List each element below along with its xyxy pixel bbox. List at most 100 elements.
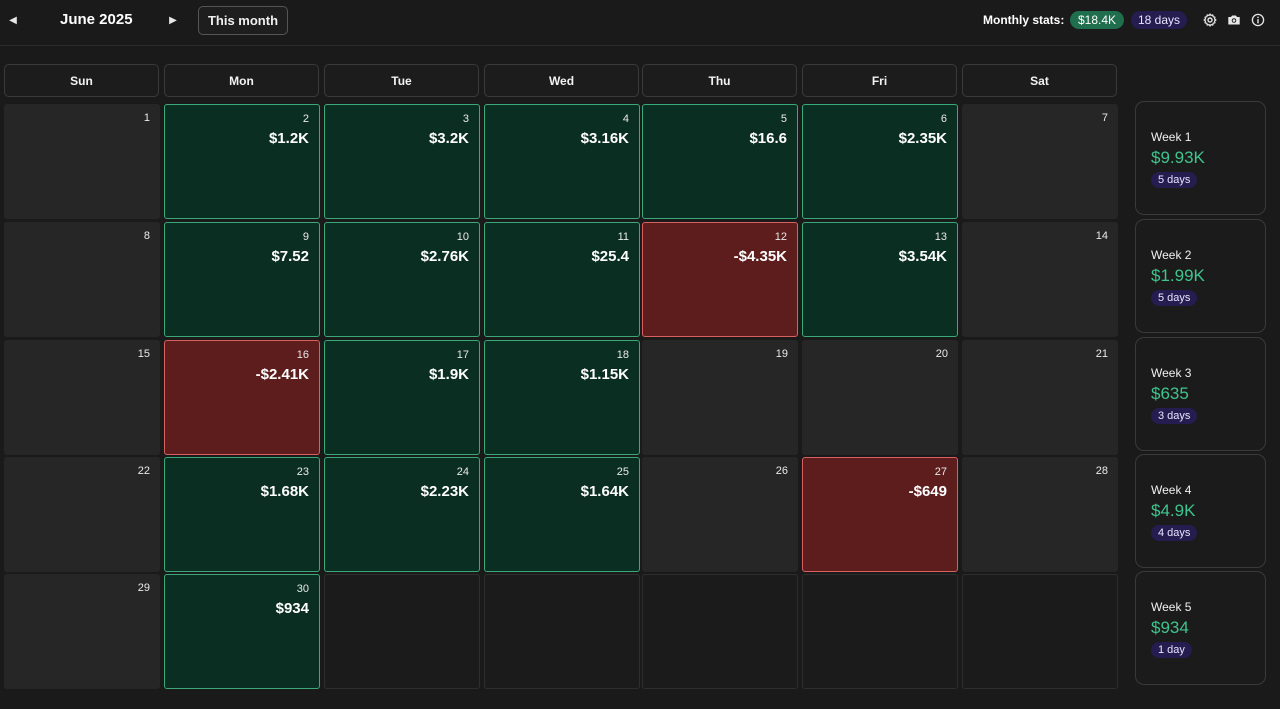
monthly-stats-label: Monthly stats: — [983, 13, 1065, 27]
day-number: 29 — [137, 582, 150, 594]
calendar-day-cell[interactable]: 29 — [4, 574, 160, 689]
weekday-header-fri: Fri — [802, 64, 957, 97]
monthly-days-badge: 18 days — [1131, 11, 1187, 29]
day-number: 13 — [934, 231, 947, 243]
calendar-cell-blank — [802, 574, 958, 689]
day-number: 30 — [296, 583, 309, 595]
calendar-day-cell[interactable]: 11 $25.4 — [484, 222, 640, 337]
day-number: 12 — [774, 231, 787, 243]
calendar-day-cell[interactable]: 9 $7.52 — [164, 222, 320, 337]
calendar-day-cell[interactable]: 27 -$649 — [802, 457, 958, 572]
day-number: 18 — [616, 349, 629, 361]
day-pnl-amount: -$649 — [908, 483, 947, 500]
day-pnl-amount: $3.54K — [898, 248, 947, 265]
calendar-day-cell[interactable]: 22 — [4, 457, 160, 572]
calendar-day-cell[interactable]: 30 $934 — [164, 574, 320, 689]
week-summary-card: Week 4 $4.9K 4 days — [1135, 454, 1266, 568]
weekday-header-tue: Tue — [324, 64, 479, 97]
camera-icon[interactable] — [1227, 13, 1241, 27]
calendar-day-cell[interactable]: 17 $1.9K — [324, 340, 480, 455]
week-summary-card: Week 5 $934 1 day — [1135, 571, 1266, 685]
calendar-day-cell[interactable]: 20 — [802, 340, 958, 455]
this-month-button[interactable]: This month — [198, 6, 288, 35]
calendar-day-cell[interactable]: 15 — [4, 340, 160, 455]
calendar-cell-blank — [324, 574, 480, 689]
day-number: 16 — [296, 349, 309, 361]
week-days-badge: 5 days — [1151, 172, 1198, 188]
calendar-day-cell[interactable]: 14 — [962, 222, 1118, 337]
calendar-day-cell[interactable]: 23 $1.68K — [164, 457, 320, 572]
day-number: 21 — [1095, 348, 1108, 360]
day-number: 10 — [456, 231, 469, 243]
calendar-day-cell[interactable]: 19 — [642, 340, 798, 455]
day-number: 23 — [296, 466, 309, 478]
day-pnl-amount: -$2.41K — [255, 366, 309, 383]
calendar-cell-blank — [642, 574, 798, 689]
calendar-day-cell[interactable]: 2 $1.2K — [164, 104, 320, 219]
day-number: 5 — [780, 113, 787, 125]
weekday-header-sun: Sun — [4, 64, 159, 97]
day-number: 7 — [1101, 112, 1108, 124]
next-month-icon[interactable]: ▶ — [166, 13, 180, 27]
calendar-day-cell[interactable]: 26 — [642, 457, 798, 572]
day-number: 14 — [1095, 230, 1108, 242]
monthly-total-badge: $18.4K — [1070, 11, 1124, 29]
weekday-header-sat: Sat — [962, 64, 1117, 97]
day-pnl-amount: $1.2K — [268, 130, 309, 147]
day-number: 8 — [143, 230, 150, 242]
day-pnl-amount: $25.4 — [591, 248, 629, 265]
settings-icon[interactable] — [1203, 13, 1217, 27]
calendar-day-cell[interactable]: 5 $16.6 — [642, 104, 798, 219]
calendar-day-cell[interactable]: 7 — [962, 104, 1118, 219]
day-number: 22 — [137, 465, 150, 477]
day-pnl-amount: $1.9K — [428, 366, 469, 383]
day-pnl-amount: $3.16K — [580, 130, 629, 147]
calendar-day-cell[interactable]: 3 $3.2K — [324, 104, 480, 219]
calendar-day-cell[interactable]: 21 — [962, 340, 1118, 455]
week-pnl-amount: $9.93K — [1151, 148, 1205, 167]
week-label: Week 1 — [1151, 130, 1192, 144]
calendar-day-cell[interactable]: 24 $2.23K — [324, 457, 480, 572]
calendar-day-cell[interactable]: 25 $1.64K — [484, 457, 640, 572]
week-summary-card: Week 3 $635 3 days — [1135, 337, 1266, 451]
info-icon[interactable] — [1251, 13, 1265, 27]
day-pnl-amount: -$4.35K — [733, 248, 787, 265]
calendar-day-cell[interactable]: 16 -$2.41K — [164, 340, 320, 455]
weekday-header-thu: Thu — [642, 64, 797, 97]
calendar-day-cell[interactable]: 18 $1.15K — [484, 340, 640, 455]
day-number: 17 — [456, 349, 469, 361]
calendar-day-cell[interactable]: 6 $2.35K — [802, 104, 958, 219]
prev-month-icon[interactable]: ◀ — [6, 13, 20, 27]
week-label: Week 3 — [1151, 366, 1192, 380]
calendar-cell-blank — [484, 574, 640, 689]
day-number: 9 — [302, 231, 309, 243]
weekday-header-mon: Mon — [164, 64, 319, 97]
week-days-badge: 4 days — [1151, 525, 1198, 541]
day-pnl-amount: $3.2K — [428, 130, 469, 147]
top-bar: ◀ June 2025 ▶ This month Monthly stats: … — [0, 0, 1280, 46]
day-pnl-amount: $16.6 — [749, 130, 787, 147]
day-number: 26 — [775, 465, 788, 477]
day-pnl-amount: $2.23K — [420, 483, 469, 500]
calendar-day-cell[interactable]: 28 — [962, 457, 1118, 572]
week-summary-card: Week 1 $9.93K 5 days — [1135, 101, 1266, 215]
day-number: 27 — [934, 466, 947, 478]
week-label: Week 4 — [1151, 483, 1192, 497]
day-number: 24 — [456, 466, 469, 478]
week-days-badge: 5 days — [1151, 290, 1198, 306]
day-pnl-amount: $1.68K — [260, 483, 309, 500]
calendar-day-cell[interactable]: 13 $3.54K — [802, 222, 958, 337]
week-pnl-amount: $934 — [1151, 618, 1189, 637]
calendar-day-cell[interactable]: 12 -$4.35K — [642, 222, 798, 337]
calendar-day-cell[interactable]: 4 $3.16K — [484, 104, 640, 219]
day-number: 25 — [616, 466, 629, 478]
day-pnl-amount: $7.52 — [271, 248, 309, 265]
calendar-day-cell[interactable]: 8 — [4, 222, 160, 337]
week-days-badge: 1 day — [1151, 642, 1192, 658]
day-pnl-amount: $2.76K — [420, 248, 469, 265]
day-pnl-amount: $2.35K — [898, 130, 947, 147]
day-pnl-amount: $1.15K — [580, 366, 629, 383]
day-pnl-amount: $934 — [275, 600, 309, 617]
calendar-day-cell[interactable]: 1 — [4, 104, 160, 219]
calendar-day-cell[interactable]: 10 $2.76K — [324, 222, 480, 337]
